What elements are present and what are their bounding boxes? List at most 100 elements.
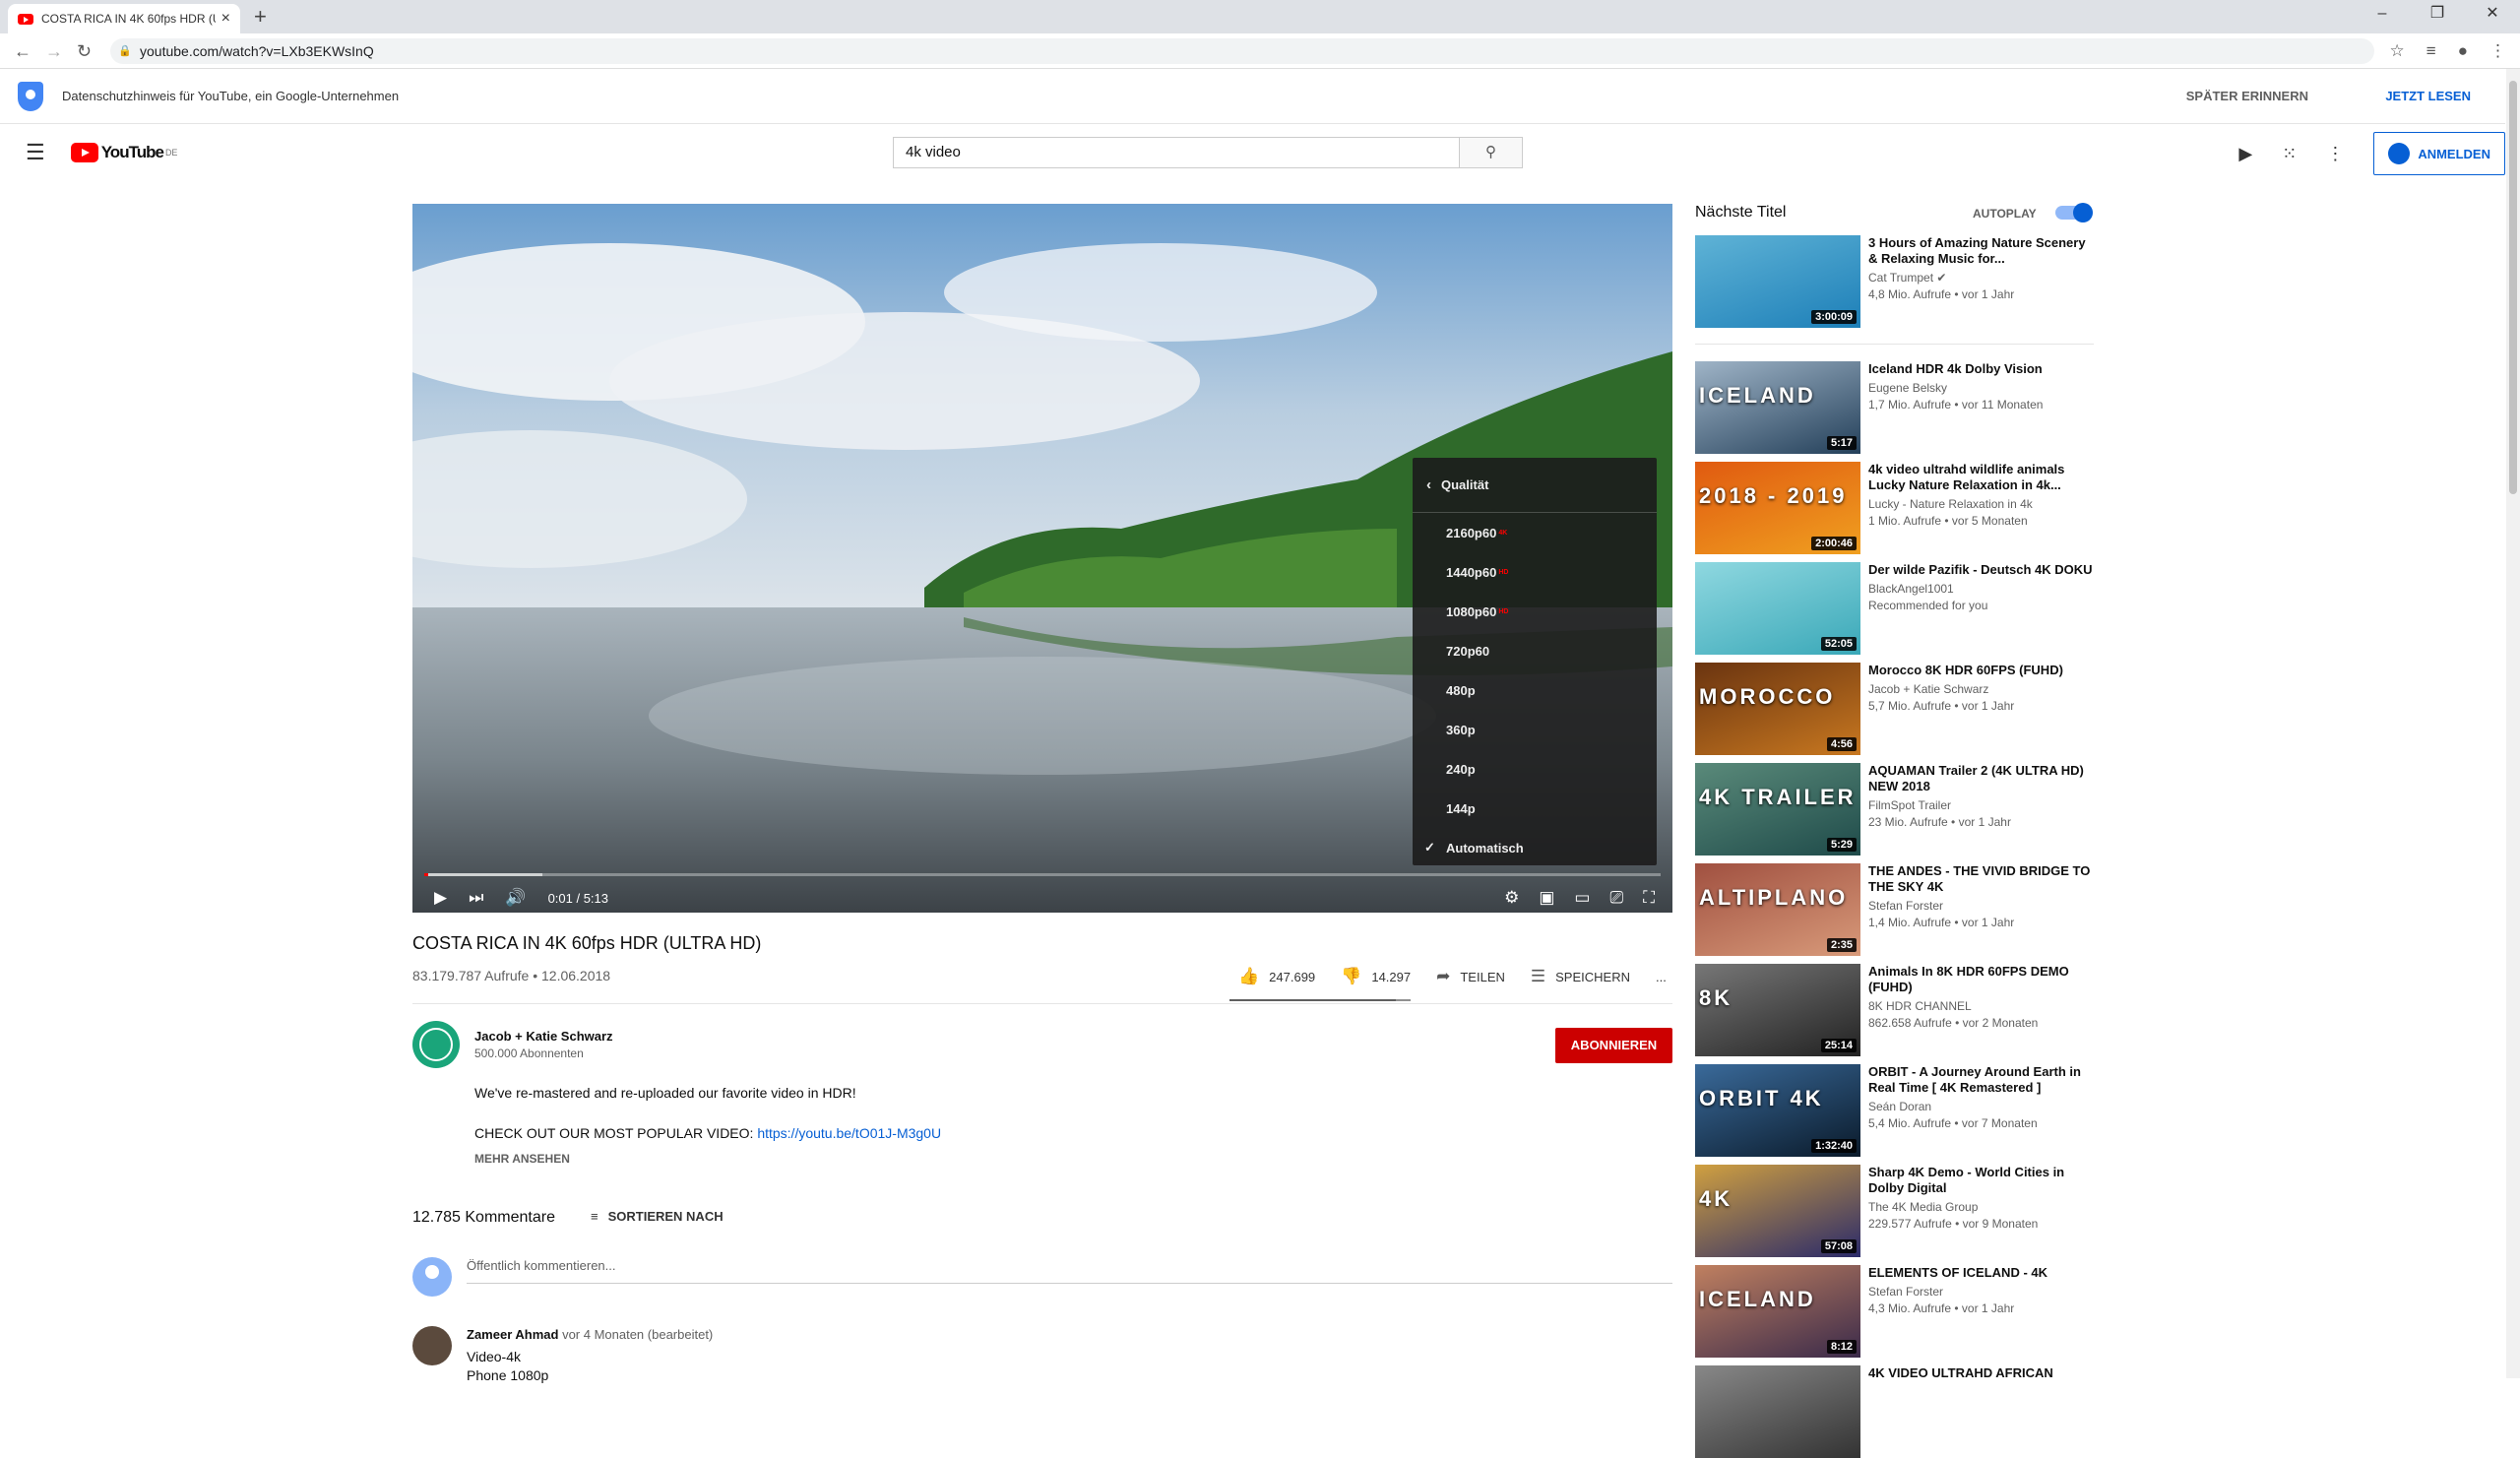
channel-name[interactable]: Stefan Forster [1868, 1285, 2093, 1299]
sort-button[interactable]: ≡ SORTIEREN NACH [591, 1209, 724, 1224]
hamburger-menu-icon[interactable]: ☰ [26, 140, 45, 165]
back-icon[interactable]: ← [14, 41, 32, 62]
play-icon[interactable]: ▶ [434, 888, 447, 908]
show-more-button[interactable]: MEHR ANSEHEN [474, 1152, 570, 1166]
recommended-video[interactable]: ICELAND 8:12 ELEMENTS OF ICELAND - 4K Stefa… [1695, 1265, 2094, 1358]
video-title-link[interactable]: 3 Hours of Amazing Nature Scenery & Rela… [1868, 235, 2093, 267]
video-title-link[interactable]: Der wilde Pazifik - Deutsch 4K DOKU [1868, 562, 2093, 578]
video-thumbnail[interactable]: 2018 - 2019 2:00:46 [1695, 462, 1860, 554]
quality-option[interactable]: 720p60 [1413, 631, 1657, 670]
search-input[interactable]: 4k video [893, 137, 1460, 168]
recommended-video[interactable]: 4K 57:08 Sharp 4K Demo - World Cities in D… [1695, 1165, 2094, 1257]
apps-grid-icon[interactable]: ⁙ [2282, 144, 2297, 164]
video-title-link[interactable]: Animals In 8K HDR 60FPS DEMO (FUHD) [1868, 964, 2093, 995]
video-thumbnail[interactable]: 52:05 [1695, 562, 1860, 655]
create-video-icon[interactable]: ▶ [2238, 144, 2252, 164]
save-button[interactable]: ☰ SPEICHERN [1531, 967, 1630, 986]
cast-icon[interactable]: ⎚ [1609, 888, 1623, 908]
video-title-link[interactable]: THE ANDES - THE VIVID BRIDGE TO THE SKY … [1868, 863, 2093, 895]
youtube-logo[interactable]: YouTube DE [70, 143, 177, 162]
video-thumbnail[interactable]: MOROCCO 4:56 [1695, 663, 1860, 755]
video-thumbnail[interactable]: ICELAND 8:12 [1695, 1265, 1860, 1358]
video-title-link[interactable]: Iceland HDR 4k Dolby Vision [1868, 361, 2093, 377]
recommended-video[interactable]: ICELAND 5:17 Iceland HDR 4k Dolby Vision Eu… [1695, 361, 2094, 454]
quality-option[interactable]: 1080p60 HD [1413, 592, 1657, 631]
channel-name[interactable]: Stefan Forster [1868, 899, 2093, 913]
description-link[interactable]: https://youtu.be/tO01J-M3g0U [757, 1125, 941, 1141]
media-queue-icon[interactable]: ≡ [2426, 41, 2436, 61]
browser-tab[interactable]: COSTA RICA IN 4K 60fps HDR (ULTRA HD) × [8, 4, 240, 33]
close-tab-icon[interactable]: × [221, 10, 230, 28]
recommended-video[interactable]: 4K VIDEO ULTRAHD AFRICAN [1695, 1365, 2094, 1458]
channel-name[interactable]: Cat Trumpet ✔ [1868, 271, 2093, 285]
quality-option[interactable]: 144p [1413, 789, 1657, 828]
miniplayer-icon[interactable]: ▣ [1539, 888, 1554, 908]
video-thumbnail[interactable]: ALTIPLANO 2:35 [1695, 863, 1860, 956]
quality-option[interactable]: 2160p60 4K [1413, 513, 1657, 552]
subscribe-button[interactable]: ABONNIEREN [1555, 1028, 1672, 1063]
channel-name[interactable]: Jacob + Katie Schwarz [1868, 682, 2093, 696]
video-title-link[interactable]: 4k video ultrahd wildlife animals Lucky … [1868, 462, 2093, 493]
minimize-icon[interactable]: – [2355, 0, 2410, 30]
new-tab-button[interactable]: + [254, 4, 267, 30]
like-button[interactable]: 👍 247.699 [1238, 967, 1315, 986]
recommended-video[interactable]: 8K 25:14 Animals In 8K HDR 60FPS DEMO (FUH… [1695, 964, 2094, 1056]
video-thumbnail[interactable]: 3:00:09 [1695, 235, 1860, 328]
channel-avatar[interactable] [412, 1021, 460, 1068]
video-player[interactable]: ‹ Qualität 2160p60 4K 1440p60 HD 1080p60 HD 72… [412, 204, 1672, 913]
channel-name[interactable]: Seán Doran [1868, 1100, 2093, 1113]
recommended-video[interactable]: 52:05 Der wilde Pazifik - Deutsch 4K DOKU… [1695, 562, 2094, 655]
comment-time[interactable]: vor 4 Monaten (bearbeitet) [562, 1327, 713, 1342]
channel-name[interactable]: FilmSpot Trailer [1868, 798, 2093, 812]
page-scrollbar[interactable] [2506, 69, 2520, 1378]
dislike-button[interactable]: 👎 14.297 [1341, 967, 1411, 986]
reload-icon[interactable]: ↻ [77, 41, 92, 62]
channel-name[interactable]: The 4K Media Group [1868, 1200, 2093, 1214]
video-thumbnail[interactable] [1695, 1365, 1860, 1458]
recommended-video[interactable]: 3:00:09 3 Hours of Amazing Nature Scenery… [1695, 235, 2094, 328]
quality-option[interactable]: 480p [1413, 670, 1657, 710]
more-actions-button[interactable]: ... [1656, 967, 1667, 986]
search-button[interactable]: ⚲ [1460, 137, 1523, 168]
autoplay-toggle[interactable] [2055, 203, 2093, 222]
remind-later-button[interactable]: SPÄTER ERINNERN [2186, 89, 2308, 103]
channel-name[interactable]: Eugene Belsky [1868, 381, 2093, 395]
recommended-video[interactable]: MOROCCO 4:56 Morocco 8K HDR 60FPS (FUHD) Ja… [1695, 663, 2094, 755]
quality-option[interactable]: 240p [1413, 749, 1657, 789]
video-thumbnail[interactable]: ICELAND 5:17 [1695, 361, 1860, 454]
recommended-video[interactable]: 4K TRAILER 5:29 AQUAMAN Trailer 2 (4K ULTR… [1695, 763, 2094, 856]
sign-in-button[interactable]: ANMELDEN [2373, 132, 2505, 175]
fullscreen-icon[interactable]: ⛶ [1643, 888, 1655, 908]
video-title-link[interactable]: Morocco 8K HDR 60FPS (FUHD) [1868, 663, 2093, 678]
comment-input[interactable]: Öffentlich kommentieren... [467, 1258, 1672, 1284]
close-window-icon[interactable]: ✕ [2465, 0, 2520, 30]
bookmark-star-icon[interactable]: ☆ [2390, 41, 2405, 61]
video-title-link[interactable]: ORBIT - A Journey Around Earth in Real T… [1868, 1064, 2093, 1096]
scrollbar-thumb[interactable] [2509, 81, 2517, 494]
recommended-video[interactable]: 2018 - 2019 2:00:46 4k video ultrahd wildl… [1695, 462, 2094, 554]
next-icon[interactable]: ⏭ [469, 888, 483, 908]
channel-name[interactable]: Lucky - Nature Relaxation in 4k [1868, 497, 2093, 511]
quality-option[interactable]: 1440p60 HD [1413, 552, 1657, 592]
video-thumbnail[interactable]: ORBIT 4K 1:32:40 [1695, 1064, 1860, 1157]
video-thumbnail[interactable]: 4K 57:08 [1695, 1165, 1860, 1257]
channel-name[interactable]: Jacob + Katie Schwarz [474, 1029, 613, 1044]
video-thumbnail[interactable]: 8K 25:14 [1695, 964, 1860, 1056]
video-title-link[interactable]: AQUAMAN Trailer 2 (4K ULTRA HD) NEW 2018 [1868, 763, 2093, 794]
quality-option[interactable]: 360p [1413, 710, 1657, 749]
comment-author[interactable]: Zameer Ahmad [467, 1327, 558, 1342]
settings-more-icon[interactable]: ⋮ [2326, 144, 2344, 164]
video-thumbnail[interactable]: 4K TRAILER 5:29 [1695, 763, 1860, 856]
volume-icon[interactable]: 🔊 [505, 888, 526, 908]
recommended-video[interactable]: ALTIPLANO 2:35 THE ANDES - THE VIVID BRIDG… [1695, 863, 2094, 956]
video-title-link[interactable]: ELEMENTS OF ICELAND - 4K [1868, 1265, 2093, 1281]
channel-name[interactable]: BlackAngel1001 [1868, 582, 2093, 596]
browser-menu-icon[interactable]: ⋮ [2489, 41, 2506, 61]
read-now-button[interactable]: JETZT LESEN [2385, 89, 2471, 103]
settings-gear-icon[interactable]: ⚙ [1504, 888, 1519, 908]
channel-name[interactable]: 8K HDR CHANNEL [1868, 999, 2093, 1013]
video-title-link[interactable]: 4K VIDEO ULTRAHD AFRICAN [1868, 1365, 2093, 1381]
share-button[interactable]: ➦ TEILEN [1436, 967, 1505, 986]
quality-menu-header[interactable]: ‹ Qualität [1413, 458, 1657, 513]
url-field[interactable]: youtube.com/watch?v=LXb3EKWsInQ [110, 38, 2374, 64]
